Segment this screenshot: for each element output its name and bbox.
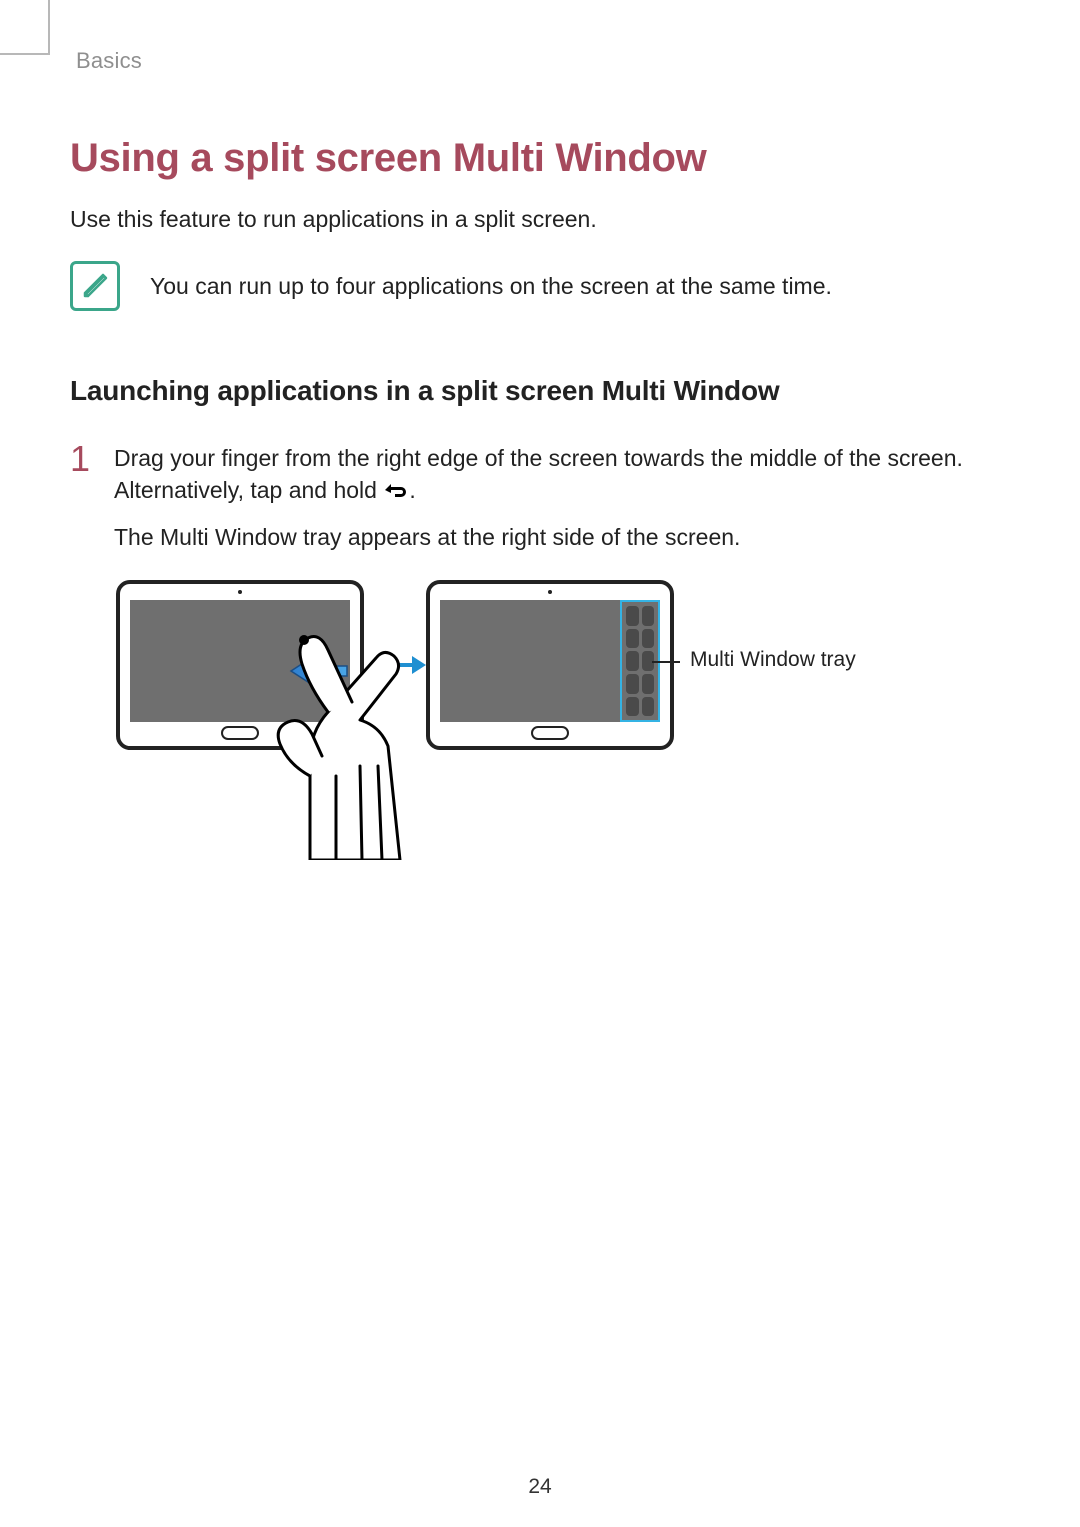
manual-page: Basics Using a split screen Multi Window… [0,0,1080,1527]
tray-app-icon [626,697,639,717]
step-1-text-after-icon: . [409,477,415,503]
tablet-top-buttons [150,580,202,584]
step-body: Drag your finger from the right edge of … [114,443,1010,570]
tablet-home-button [531,726,569,740]
step-1: 1 Drag your finger from the right edge o… [70,443,1010,570]
page-corner-mark [48,0,50,55]
tablet-screen [130,600,350,722]
step-1-paragraph-b: The Multi Window tray appears at the rig… [114,522,1010,554]
figure: Multi Window tray [116,580,996,860]
tray-app-icon [626,629,639,649]
transition-arrow-icon [368,650,428,680]
callout-leader-line [652,661,680,663]
tray-app-icon [626,651,639,671]
step-1-paragraph-a: Drag your finger from the right edge of … [114,443,1010,506]
intro-paragraph: Use this feature to run applications in … [70,206,1010,233]
illustration-tablet-before [116,580,364,750]
tray-app-icon [626,674,639,694]
tablet-camera [548,590,552,594]
tray-app-icon [642,629,655,649]
note-icon [70,261,120,311]
tray-app-icon [642,606,655,626]
step-1-text-before-icon: Drag your finger from the right edge of … [114,445,963,503]
tablet-home-button [221,726,259,740]
page-title: Using a split screen Multi Window [70,136,1010,181]
illustration-tablet-after [426,580,674,750]
tray-app-icon [642,674,655,694]
tray-app-icon [626,606,639,626]
note-text: You can run up to four applications on t… [150,273,832,300]
step-number: 1 [70,441,92,570]
subheading: Launching applications in a split screen… [70,375,1010,407]
callout-label: Multi Window tray [690,648,856,672]
tablet-top-buttons [460,580,512,584]
tablet-camera [238,590,242,594]
note: You can run up to four applications on t… [70,261,1010,311]
page-number: 24 [0,1475,1080,1499]
back-icon [383,477,409,497]
tray-app-icon [642,697,655,717]
running-header: Basics [76,48,1010,74]
